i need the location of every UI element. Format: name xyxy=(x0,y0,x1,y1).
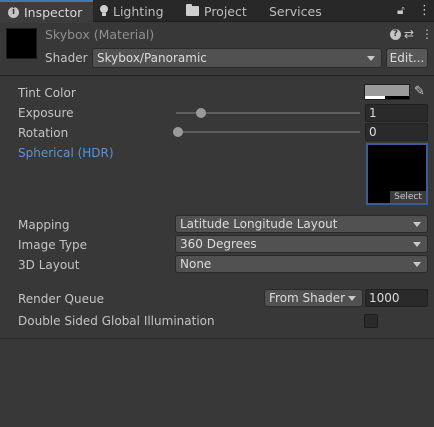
spherical-texture-slot[interactable]: Select xyxy=(366,143,428,205)
render-queue-label: Render Queue xyxy=(18,292,104,306)
more-options-icon[interactable]: ⋮ xyxy=(418,3,431,18)
help-icon[interactable]: ? xyxy=(390,29,401,40)
eyedropper-icon[interactable]: ✎ xyxy=(414,84,425,99)
alpha-bar-black xyxy=(385,96,409,99)
chevron-down-icon xyxy=(348,296,356,301)
tab-label: Services xyxy=(269,3,322,19)
spherical-hdr-label[interactable]: Spherical (HDR) xyxy=(18,146,114,160)
texture-select-button[interactable]: Select xyxy=(390,191,426,203)
tint-color-field[interactable] xyxy=(364,84,410,100)
image-type-dropdown[interactable]: 360 Degrees xyxy=(175,235,428,253)
edit-shader-button[interactable]: Edit... xyxy=(386,48,428,68)
rotation-slider-track[interactable] xyxy=(176,131,360,133)
3d-layout-label: 3D Layout xyxy=(18,258,80,272)
mapping-value: Latitude Longitude Layout xyxy=(180,217,338,231)
double-sided-gi-checkbox[interactable] xyxy=(364,314,378,328)
image-type-label: Image Type xyxy=(18,238,87,252)
shader-dropdown[interactable]: Skybox/Panoramic xyxy=(92,48,382,68)
folder-icon xyxy=(186,4,199,16)
material-name: Skybox (Material) xyxy=(45,27,155,42)
exposure-label: Exposure xyxy=(18,106,74,120)
exposure-input[interactable]: 1 xyxy=(365,104,428,122)
lock-icon[interactable]: 🔓︎ xyxy=(397,3,405,18)
render-queue-mode: From Shader xyxy=(269,291,346,305)
render-queue-input[interactable]: 1000 xyxy=(365,289,428,307)
mapping-dropdown[interactable]: Latitude Longitude Layout xyxy=(175,215,428,233)
chevron-down-icon xyxy=(413,262,421,267)
tab-project[interactable]: Project xyxy=(186,0,262,22)
chevron-down-icon xyxy=(367,56,375,61)
double-sided-gi-label: Double Sided Global Illumination xyxy=(18,314,215,328)
tab-label: Project xyxy=(204,3,247,19)
rotation-slider-thumb[interactable] xyxy=(173,127,183,137)
tab-lighting[interactable]: Lighting xyxy=(100,0,180,22)
shader-label: Shader xyxy=(45,51,88,65)
header-divider xyxy=(0,75,434,76)
rotation-label: Rotation xyxy=(18,126,69,140)
tab-services[interactable]: Services xyxy=(269,0,339,22)
footer-divider xyxy=(0,338,434,339)
alpha-bar-white xyxy=(365,96,385,99)
3d-layout-dropdown[interactable]: None xyxy=(175,255,428,273)
chevron-down-icon xyxy=(413,242,421,247)
shader-value: Skybox/Panoramic xyxy=(97,51,207,65)
context-menu-icon[interactable]: ⋮ xyxy=(421,27,433,41)
render-queue-mode-dropdown[interactable]: From Shader xyxy=(264,289,363,307)
tab-bar: i Inspector Lighting Project Services 🔓︎… xyxy=(0,0,434,23)
presets-icon[interactable]: ⇄ xyxy=(404,27,414,41)
chevron-down-icon xyxy=(413,222,421,227)
tab-label: Lighting xyxy=(113,3,164,19)
tab-label: Inspector xyxy=(24,5,83,20)
image-type-value: 360 Degrees xyxy=(180,237,257,251)
exposure-slider-thumb[interactable] xyxy=(196,108,206,118)
lightbulb-icon xyxy=(100,5,108,17)
tab-inspector[interactable]: i Inspector xyxy=(0,0,93,23)
material-preview xyxy=(6,28,37,59)
info-icon: i xyxy=(8,7,19,18)
3d-layout-value: None xyxy=(180,257,212,271)
rotation-input[interactable]: 0 xyxy=(365,123,428,141)
tint-color-label: Tint Color xyxy=(18,86,76,100)
mapping-label: Mapping xyxy=(18,218,70,232)
